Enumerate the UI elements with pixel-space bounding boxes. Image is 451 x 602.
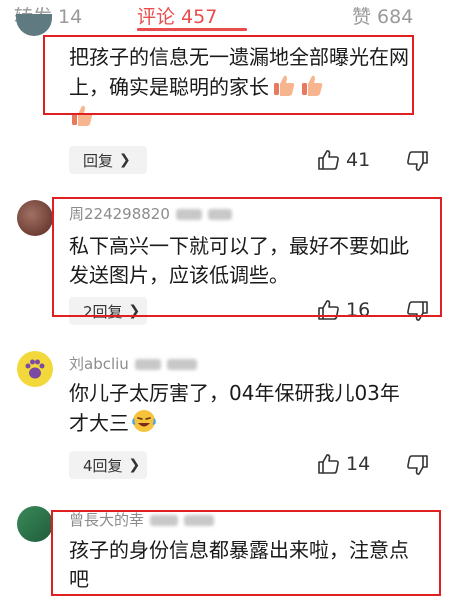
thumbs-down-icon[interactable] (405, 453, 429, 477)
thumbs-up-icon[interactable] (317, 452, 341, 476)
tab-comments-label: 评论 (137, 6, 176, 28)
avatar[interactable] (17, 506, 53, 542)
thumbs-up-icon[interactable] (317, 298, 341, 322)
reply-label: 4回复 (83, 456, 123, 475)
like-count: 16 (346, 299, 371, 321)
reply-button[interactable]: 回复 ❯ (69, 146, 147, 174)
paw-icon (25, 359, 45, 379)
comment-text: 把孩子的信息无一遗漏地全部曝光在网上，确实是聪明的家长 (69, 43, 414, 132)
blurred-timestamp (134, 359, 161, 370)
username[interactable]: 曾長大的幸 (69, 509, 215, 530)
thumbs-down-icon[interactable] (405, 299, 429, 323)
username[interactable]: 周224298820 (69, 203, 232, 224)
comment-text: 私下高兴一下就可以了，最好不要如此发送图片，应该低调些。 (69, 234, 409, 287)
blurred-location (207, 209, 232, 220)
username-text: 曾長大的幸 (69, 511, 145, 529)
thumbs-up-emoji (302, 75, 323, 96)
blurred-timestamp (175, 209, 202, 220)
comment-text: 你儿子太厉害了，04年保研我儿03年才大三 (69, 379, 419, 438)
tab-repost-count: 14 (58, 6, 83, 28)
reply-button[interactable]: 4回复 ❯ (69, 451, 147, 479)
reply-button[interactable]: 2回复 ❯ (69, 297, 147, 325)
chevron-right-icon: ❯ (119, 152, 131, 168)
tab-likes-count: 684 (377, 6, 414, 28)
comment-tabs: 转发14 评论457 赞684 (0, 0, 451, 31)
avatar[interactable] (16, 14, 52, 36)
reply-label: 2回复 (83, 302, 123, 321)
comment-text: 孩子的身份信息都暴露出来啦，注意点吧 (69, 538, 409, 591)
avatar[interactable] (17, 351, 53, 387)
like-count: 41 (346, 149, 371, 171)
tab-comments-count: 457 (181, 6, 218, 28)
username[interactable]: 刘abcliu (69, 353, 197, 374)
avatar[interactable] (17, 200, 53, 236)
thumbs-down-icon[interactable] (405, 149, 429, 173)
thumbs-up-icon[interactable] (317, 148, 341, 172)
blurred-location (166, 359, 197, 370)
comment-text-content: 你儿子太厉害了，04年保研我儿03年才大三 (69, 381, 400, 435)
username-text: 周224298820 (69, 205, 170, 223)
chevron-right-icon: ❯ (128, 457, 141, 473)
username-text: 刘abcliu (69, 355, 129, 373)
crying-laughing-emoji (132, 410, 156, 432)
like-count: 14 (346, 453, 371, 475)
comment-text-content: 把孩子的信息无一遗漏地全部曝光在网上，确实是聪明的家长 (69, 45, 409, 99)
thumbs-up-emoji (72, 105, 93, 126)
active-tab-indicator (137, 28, 247, 31)
blurred-location (184, 515, 215, 526)
tab-likes[interactable]: 赞 684 (352, 2, 413, 29)
tab-comments[interactable]: 评论 457 (137, 2, 217, 29)
blurred-timestamp (150, 515, 179, 526)
chevron-right-icon: ❯ (128, 303, 141, 319)
thumbs-up-emoji (274, 75, 295, 96)
reply-label: 回复 (83, 151, 114, 170)
tab-likes-label: 赞 (352, 6, 372, 28)
